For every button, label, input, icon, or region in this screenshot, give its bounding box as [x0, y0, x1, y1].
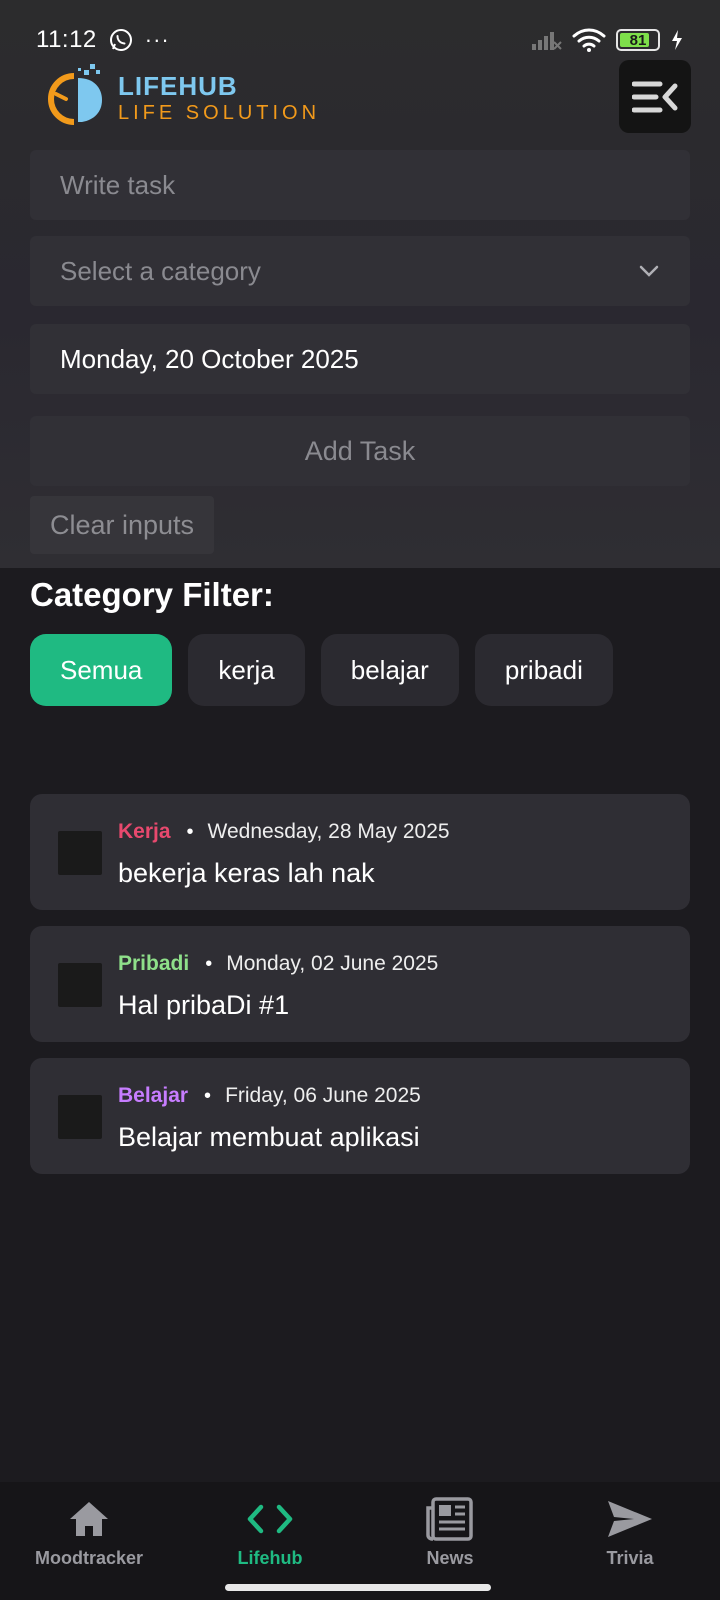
task-date: Monday, 02 June 2025	[226, 952, 439, 975]
whatsapp-icon	[109, 29, 132, 51]
task-item[interactable]: Kerja • Wednesday, 28 May 2025 bekerja k…	[30, 794, 690, 910]
nav-label: Moodtracker	[34, 1548, 144, 1568]
task-item[interactable]: Belajar • Friday, 06 June 2025 Belajar m…	[30, 1058, 690, 1174]
nav-label: News	[426, 1548, 474, 1568]
add-task-label: Add Task	[304, 435, 416, 466]
app-logo: LIFEHUB LIFE SOLUTION	[44, 60, 320, 136]
category-filter-title: Category Filter:	[30, 576, 274, 613]
date-field[interactable]: Monday, 20 October 2025	[30, 324, 690, 394]
task-category: Belajar	[118, 1084, 189, 1107]
more-notifications-icon: ···	[144, 27, 170, 52]
task-input[interactable]: Write task	[30, 150, 690, 220]
chip-label: pribadi	[504, 654, 583, 685]
chip-label: Semua	[60, 654, 143, 685]
chip-pribadi[interactable]: pribadi	[474, 634, 613, 706]
chip-kerja[interactable]: kerja	[188, 634, 305, 706]
charging-icon	[672, 30, 682, 50]
nav-label: Lifehub	[237, 1548, 303, 1568]
signal-icon	[532, 32, 562, 50]
nav-lifehub[interactable]: Lifehub	[185, 1496, 355, 1569]
task-input-placeholder: Write task	[60, 169, 176, 200]
task-category: Pribadi	[118, 952, 190, 975]
chip-belajar[interactable]: belajar	[320, 634, 459, 706]
task-checkbox[interactable]	[58, 963, 102, 1007]
nav-label: Trivia	[606, 1548, 654, 1568]
menu-button[interactable]	[619, 60, 691, 133]
nav-news[interactable]: News	[365, 1496, 535, 1569]
chip-semua[interactable]: Semua	[30, 634, 173, 706]
clear-inputs-label: Clear inputs	[49, 509, 195, 540]
task-date: Friday, 06 June 2025	[225, 1084, 421, 1107]
battery-icon: 81	[616, 29, 660, 51]
logo-subtitle: LIFE SOLUTION	[118, 102, 321, 124]
chip-label: belajar	[350, 654, 429, 685]
clear-inputs-button[interactable]: Clear inputs	[30, 496, 214, 554]
task-title: bekerja keras lah nak	[118, 858, 375, 888]
battery-level: 81	[629, 31, 647, 49]
newspaper-icon	[426, 1497, 473, 1541]
nav-moodtracker[interactable]: Moodtracker	[4, 1496, 174, 1569]
home-indicator[interactable]	[225, 1584, 491, 1591]
category-select-placeholder: Select a category	[60, 255, 261, 286]
lifehub-logo-icon	[48, 64, 102, 125]
task-date: Wednesday, 28 May 2025	[207, 820, 450, 843]
send-icon	[608, 1501, 652, 1537]
category-select[interactable]: Select a category	[30, 236, 690, 306]
separator-dot: •	[205, 952, 213, 975]
category-chips: Semua kerja belajar pribadi	[30, 634, 613, 706]
chevron-down-icon	[639, 265, 659, 277]
task-checkbox[interactable]	[58, 1095, 102, 1139]
task-title: Hal pribaDi #1	[118, 990, 290, 1020]
menu-collapse-icon	[632, 81, 678, 112]
add-task-button[interactable]: Add Task	[30, 416, 690, 486]
code-icon	[247, 1504, 293, 1534]
logo-title: LIFEHUB	[118, 71, 238, 101]
task-item[interactable]: Pribadi • Monday, 02 June 2025 Hal priba…	[30, 926, 690, 1042]
separator-dot: •	[204, 1084, 212, 1107]
date-value: Monday, 20 October 2025	[60, 343, 359, 374]
wifi-icon	[572, 28, 606, 52]
task-title: Belajar membuat aplikasi	[118, 1122, 420, 1152]
nav-trivia[interactable]: Trivia	[545, 1496, 715, 1569]
chip-label: kerja	[218, 654, 275, 685]
task-category: Kerja	[118, 820, 171, 843]
status-time: 11:12	[36, 26, 97, 53]
separator-dot: •	[186, 820, 194, 843]
home-icon	[70, 1502, 108, 1536]
bottom-navigation: Moodtracker Lifehub News Trivia	[0, 1482, 720, 1600]
task-checkbox[interactable]	[58, 831, 102, 875]
